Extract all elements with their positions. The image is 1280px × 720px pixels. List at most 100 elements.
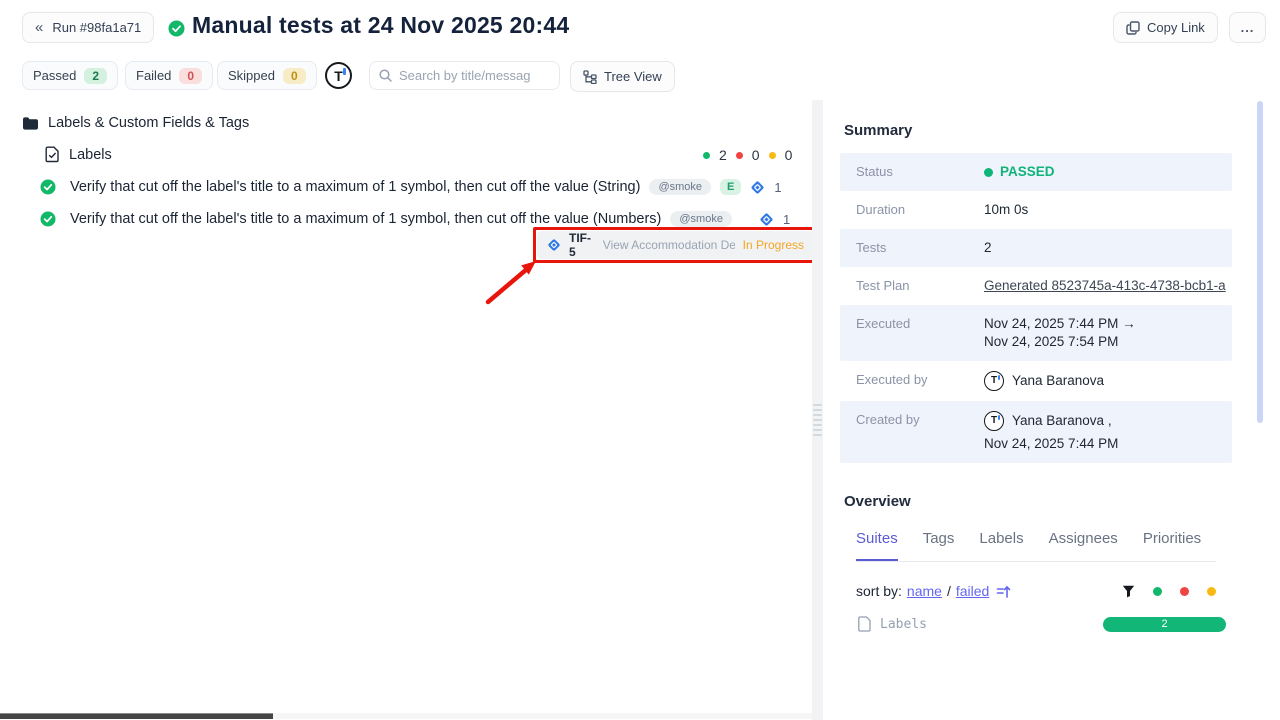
- filter-skipped-button[interactable]: Skipped 0: [217, 61, 317, 90]
- sort-direction-icon[interactable]: [996, 584, 1011, 599]
- horizontal-scrollbar-thumb[interactable]: [0, 713, 273, 719]
- summary-status-row: Status PASSED: [840, 153, 1232, 191]
- tree-view-label: Tree View: [604, 69, 662, 84]
- tab-assignees[interactable]: Assignees: [1049, 530, 1118, 561]
- suite-result-counts: 2 0 0: [703, 147, 792, 163]
- tab-labels[interactable]: Labels: [979, 530, 1023, 561]
- annotation-arrow-icon: [470, 250, 560, 320]
- issue-diamond-icon: [547, 238, 561, 252]
- avatar-letter: T: [334, 68, 343, 84]
- tab-priorities[interactable]: Priorities: [1143, 530, 1201, 561]
- summary-heading: Summary: [844, 122, 1232, 139]
- linked-issue-diamond-icon[interactable]: [750, 180, 765, 195]
- summary-duration-row: Duration 10m 0s: [840, 191, 1232, 229]
- vertical-scrollbar-thumb[interactable]: [1257, 101, 1263, 423]
- suite-folder-row[interactable]: Labels & Custom Fields & Tags: [22, 115, 249, 131]
- tree-view-button[interactable]: Tree View: [570, 61, 675, 92]
- legend-skipped-dot: [1207, 587, 1216, 596]
- test-plan-label: Test Plan: [856, 277, 984, 293]
- folder-icon: [22, 116, 39, 131]
- executed-by-name: Yana Baranova: [1012, 372, 1104, 390]
- summary-tests-row: Tests 2: [840, 229, 1232, 267]
- legend-passed-dot: [1153, 587, 1162, 596]
- copy-icon: [1126, 21, 1140, 35]
- tree-view-icon: [583, 70, 597, 84]
- suite-labels-row[interactable]: Labels: [45, 146, 112, 163]
- tests-value: 2: [984, 239, 992, 257]
- run-summary-sidebar: Summary Status PASSED Duration 10m 0s Te…: [840, 100, 1232, 632]
- run-id-label: Run #98fa1a71: [52, 20, 141, 35]
- duration-label: Duration: [856, 201, 984, 217]
- duration-value: 10m 0s: [984, 201, 1028, 219]
- overview-tabs: Suites Tags Labels Assignees Priorities: [856, 530, 1216, 562]
- status-value: PASSED: [984, 163, 1055, 181]
- splitter-grip-icon: [813, 404, 822, 436]
- summary-created-by-row: Created by T Yana Baranova , Nov 24, 202…: [840, 401, 1232, 463]
- executed-end: Nov 24, 2025 7:54 PM: [984, 333, 1136, 351]
- suite-failed-count: 0: [752, 147, 760, 163]
- overview-heading: Overview: [844, 493, 1232, 510]
- passed-filter-label: Passed: [33, 68, 76, 83]
- passed-count-badge: 2: [84, 68, 107, 84]
- folder-label: Labels & Custom Fields & Tags: [48, 115, 249, 131]
- file-icon: [858, 616, 871, 632]
- executed-by-label: Executed by: [856, 371, 984, 387]
- search-box: [369, 61, 560, 90]
- suite-skipped-count: 0: [785, 147, 793, 163]
- passed-dot-icon: [703, 152, 710, 159]
- copy-link-button[interactable]: Copy Link: [1113, 12, 1218, 43]
- summary-test-plan-row: Test Plan Generated 8523745a-413c-4738-b…: [840, 267, 1232, 305]
- env-badge[interactable]: E: [720, 179, 741, 195]
- filter-failed-button[interactable]: Failed 0: [125, 61, 213, 90]
- tab-suites[interactable]: Suites: [856, 530, 898, 561]
- skipped-dot-icon: [769, 152, 776, 159]
- created-by-label: Created by: [856, 411, 984, 427]
- linked-issue-count: 1: [774, 180, 781, 195]
- skipped-count-badge: 0: [283, 68, 306, 84]
- page-title: Manual tests at 24 Nov 2025 20:44: [192, 12, 569, 39]
- more-actions-button[interactable]: ...: [1229, 12, 1266, 43]
- sort-by-label: sort by:: [856, 583, 902, 599]
- search-icon: [379, 69, 392, 82]
- linked-issue-tooltip[interactable]: TIF-5 View Accommodation Det... In Progr…: [537, 231, 814, 259]
- executed-value: Nov 24, 2025 7:44 PM → Nov 24, 2025 7:54…: [984, 315, 1136, 351]
- tab-tags[interactable]: Tags: [923, 530, 955, 561]
- sort-by-name-link[interactable]: name: [907, 583, 942, 599]
- overview-suite-label: Labels: [880, 617, 927, 632]
- linked-issue-diamond-icon[interactable]: [759, 212, 774, 227]
- tag-badge[interactable]: @smoke: [670, 211, 732, 227]
- created-by-value: T Yana Baranova , Nov 24, 2025 7:44 PM: [984, 411, 1118, 453]
- test-row[interactable]: Verify that cut off the label's title to…: [40, 211, 810, 227]
- assignee-avatar-filter[interactable]: T: [325, 62, 352, 89]
- back-to-run-button[interactable]: « Run #98fa1a71: [22, 12, 154, 43]
- filter-funnel-icon[interactable]: [1122, 585, 1135, 598]
- created-by-name: Yana Baranova ,: [1012, 412, 1112, 430]
- executed-by-value: T Yana Baranova: [984, 371, 1104, 391]
- passed-check-icon: [168, 20, 185, 37]
- test-row[interactable]: Verify that cut off the label's title to…: [40, 179, 810, 195]
- filter-passed-button[interactable]: Passed 2: [22, 61, 118, 90]
- copy-link-label: Copy Link: [1147, 20, 1205, 35]
- issue-status: In Progress: [743, 238, 804, 252]
- test-plan-link[interactable]: Generated 8523745a-413c-4738-bcb1-a: [984, 278, 1226, 293]
- search-input[interactable]: [399, 68, 539, 83]
- created-by-date: Nov 24, 2025 7:44 PM: [984, 435, 1118, 453]
- skipped-filter-label: Skipped: [228, 68, 275, 83]
- tag-badge[interactable]: @smoke: [649, 179, 711, 195]
- panel-splitter[interactable]: [812, 100, 823, 720]
- suite-label: Labels: [69, 147, 112, 163]
- horizontal-scrollbar-track[interactable]: [0, 713, 820, 719]
- test-title: Verify that cut off the label's title to…: [70, 179, 640, 195]
- status-label: Status: [856, 163, 984, 179]
- executed-start: Nov 24, 2025 7:44 PM →: [984, 315, 1136, 333]
- filter-bar: Passed 2 Failed 0 Skipped 0 T Tree View: [0, 61, 1280, 91]
- suite-passed-count: 2: [719, 147, 727, 163]
- test-title: Verify that cut off the label's title to…: [70, 211, 661, 227]
- overview-suite-row[interactable]: Labels 2: [858, 616, 1226, 632]
- status-dot-icon: [984, 168, 993, 177]
- status-text: PASSED: [1000, 163, 1055, 181]
- passed-progress-bar[interactable]: 2: [1103, 617, 1226, 632]
- sort-by-failed-link[interactable]: failed: [956, 583, 989, 599]
- failed-count-badge: 0: [179, 68, 202, 84]
- tests-label: Tests: [856, 239, 984, 255]
